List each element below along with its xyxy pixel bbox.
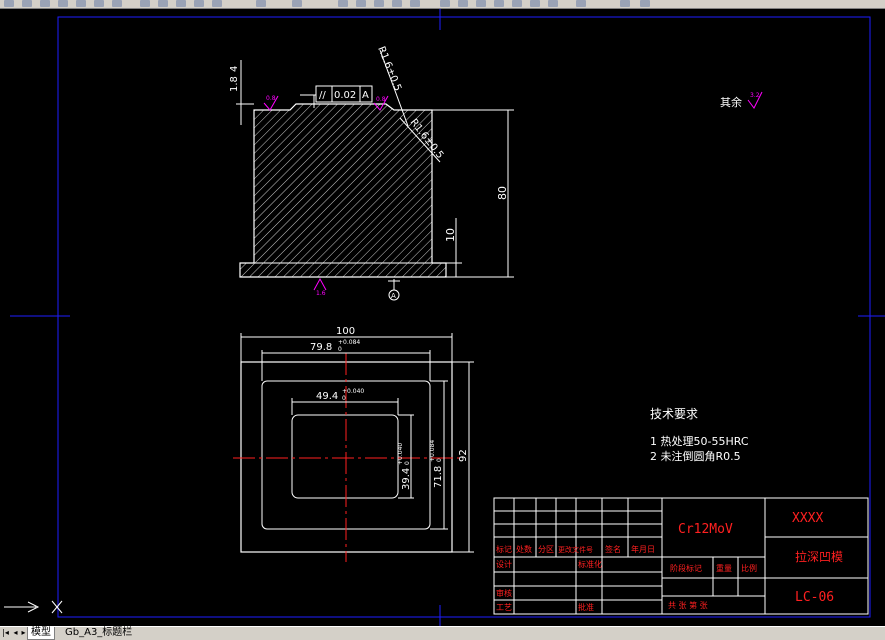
dim-394-tol: +0.040 [397, 443, 404, 465]
roughness-left-value: 0.8 [266, 95, 276, 102]
height-total-label: 80 [496, 186, 509, 200]
toolbar-icon[interactable] [176, 0, 186, 7]
cad-drawing: R1.6±0.5 R1.6±0.5 // 0.02 A 0.8 0.8 1.6 … [4, 9, 885, 626]
toolbar-icon[interactable] [22, 0, 32, 7]
tb-standardize: 标准化 [578, 559, 602, 569]
tb-process: 工艺 [496, 603, 512, 612]
tb-material: Cr12MoV [678, 522, 733, 537]
dim-718-tol-low: 0 [436, 458, 443, 462]
tb-sheets: 共 张 第 张 [668, 600, 708, 610]
roughness-other-label: 其余 [720, 95, 742, 109]
roughness-mid-value: 0.8 [376, 96, 386, 103]
toolbar-icon[interactable] [640, 0, 650, 7]
toolbar-icon[interactable] [458, 0, 468, 7]
toolbar-icon[interactable] [4, 0, 14, 7]
inner-outline [291, 414, 399, 499]
tb-approve: 批准 [578, 602, 594, 612]
tab-next-icon[interactable]: ▸ [20, 628, 27, 638]
drawing-canvas[interactable]: R1.6±0.5 R1.6±0.5 // 0.02 A 0.8 0.8 1.6 … [0, 9, 885, 626]
datum-label: A [391, 292, 396, 300]
toolbar-icon[interactable] [140, 0, 150, 7]
tb-company: XXXX [792, 511, 823, 526]
tab-first-icon[interactable]: |◂ [2, 628, 9, 638]
notes-heading: 技术要求 [650, 407, 698, 421]
tb-header-count: 处数 [516, 544, 532, 554]
drawing-frame [57, 16, 871, 618]
toolbar-icon[interactable] [94, 0, 104, 7]
front-section-view: R1.6±0.5 R1.6±0.5 // 0.02 A 0.8 0.8 1.6 … [229, 45, 514, 301]
toolbar-icon[interactable] [194, 0, 204, 7]
toolbar-icon[interactable] [256, 0, 266, 7]
toolbar-icon[interactable] [58, 0, 68, 7]
toolbar-icon[interactable] [476, 0, 486, 7]
tb-header-mark: 标记 [496, 544, 512, 554]
toolbar-icon[interactable] [112, 0, 122, 7]
toolbar-icon[interactable] [530, 0, 540, 7]
toolbar-icon[interactable] [576, 0, 586, 7]
dim-798-label: 79.8 [310, 342, 332, 353]
notes-line-2: 2 未注倒圆角R0.5 [650, 449, 741, 463]
dim-394-tol-low: 0 [404, 461, 411, 465]
dim-798-tol-low: 0 [338, 346, 342, 353]
dim-494-label: 49.4 [316, 391, 338, 402]
toolbar-icon[interactable] [512, 0, 522, 7]
top-view: 100 79.8 +0.084 0 49.4 +0.040 0 92 71.8 … [233, 326, 474, 562]
toolbar-icon[interactable] [410, 0, 420, 7]
roughness-other-value: 3.2 [750, 92, 760, 99]
tb-design: 设计 [496, 559, 512, 569]
tb-part-name: 拉深凹模 [795, 549, 843, 564]
tolerance-datum: A [362, 90, 369, 101]
tb-drawing-no: LC-06 [795, 590, 834, 605]
tab-prev-icon[interactable]: ◂ [12, 628, 19, 638]
dim-718-tol: +0.084 [429, 440, 436, 462]
dim-92-label: 92 [458, 449, 469, 462]
tb-scale: 比例 [741, 563, 757, 573]
toolbar-icon[interactable] [440, 0, 450, 7]
toolbar-icon[interactable] [338, 0, 348, 7]
toolbar-icon[interactable] [158, 0, 168, 7]
tolerance-symbol: // [319, 90, 326, 101]
left-small-dim-label-b: 4 [229, 66, 240, 72]
toolbar-icon[interactable] [494, 0, 504, 7]
tb-header-sign: 签名 [605, 544, 621, 554]
tab-layout[interactable]: Gb_A3_标题栏 [62, 627, 135, 639]
tb-header-date: 年月日 [631, 544, 655, 554]
toolbar-icon[interactable] [392, 0, 402, 7]
tb-stage: 阶段标记 [670, 563, 702, 573]
toolbar-icon[interactable] [548, 0, 558, 7]
chamfer-top-label: R1.6±0.5 [375, 45, 403, 93]
toolbar-icon[interactable] [76, 0, 86, 7]
tb-header-zone: 分区 [538, 545, 554, 554]
toolbar-icon[interactable] [356, 0, 366, 7]
title-block-text: 标记 处数 分区 更改文件号 签名 年月日 设计 标准化 审核 工艺 批准 阶段… [496, 511, 843, 612]
notes-line-1: 1 热处理50-55HRC [650, 435, 749, 448]
dim-798-tol: +0.084 [338, 339, 360, 346]
toolbar-icon[interactable] [374, 0, 384, 7]
toolbar-icon[interactable] [212, 0, 222, 7]
toolbar-icon[interactable] [40, 0, 50, 7]
tb-review: 审核 [496, 588, 512, 598]
tb-weight: 重量 [716, 563, 732, 573]
tb-header-file: 更改文件号 [558, 545, 593, 554]
roughness-symbol-bottom [313, 277, 327, 291]
dim-718-label: 71.8 [433, 466, 444, 488]
toolbar-icon[interactable] [620, 0, 630, 7]
toolbar [0, 0, 885, 9]
layout-tab-bar: |◂ ◂ ▸ 模型 Gb_A3_标题栏 [0, 626, 885, 640]
tolerance-value: 0.02 [334, 90, 356, 101]
dim-494-tol: +0.040 [342, 388, 364, 395]
dim-100-label: 100 [336, 326, 355, 337]
ucs-icon [4, 600, 63, 614]
base-height-label: 10 [444, 228, 457, 242]
roughness-bottom-value: 1.6 [316, 290, 326, 297]
dim-494-tol-low: 0 [342, 395, 346, 402]
dim-394-label: 39.4 [401, 468, 412, 490]
toolbar-icon[interactable] [292, 0, 302, 7]
left-small-dim-label: 1.8 [229, 76, 240, 92]
tab-model[interactable]: 模型 [27, 627, 55, 640]
